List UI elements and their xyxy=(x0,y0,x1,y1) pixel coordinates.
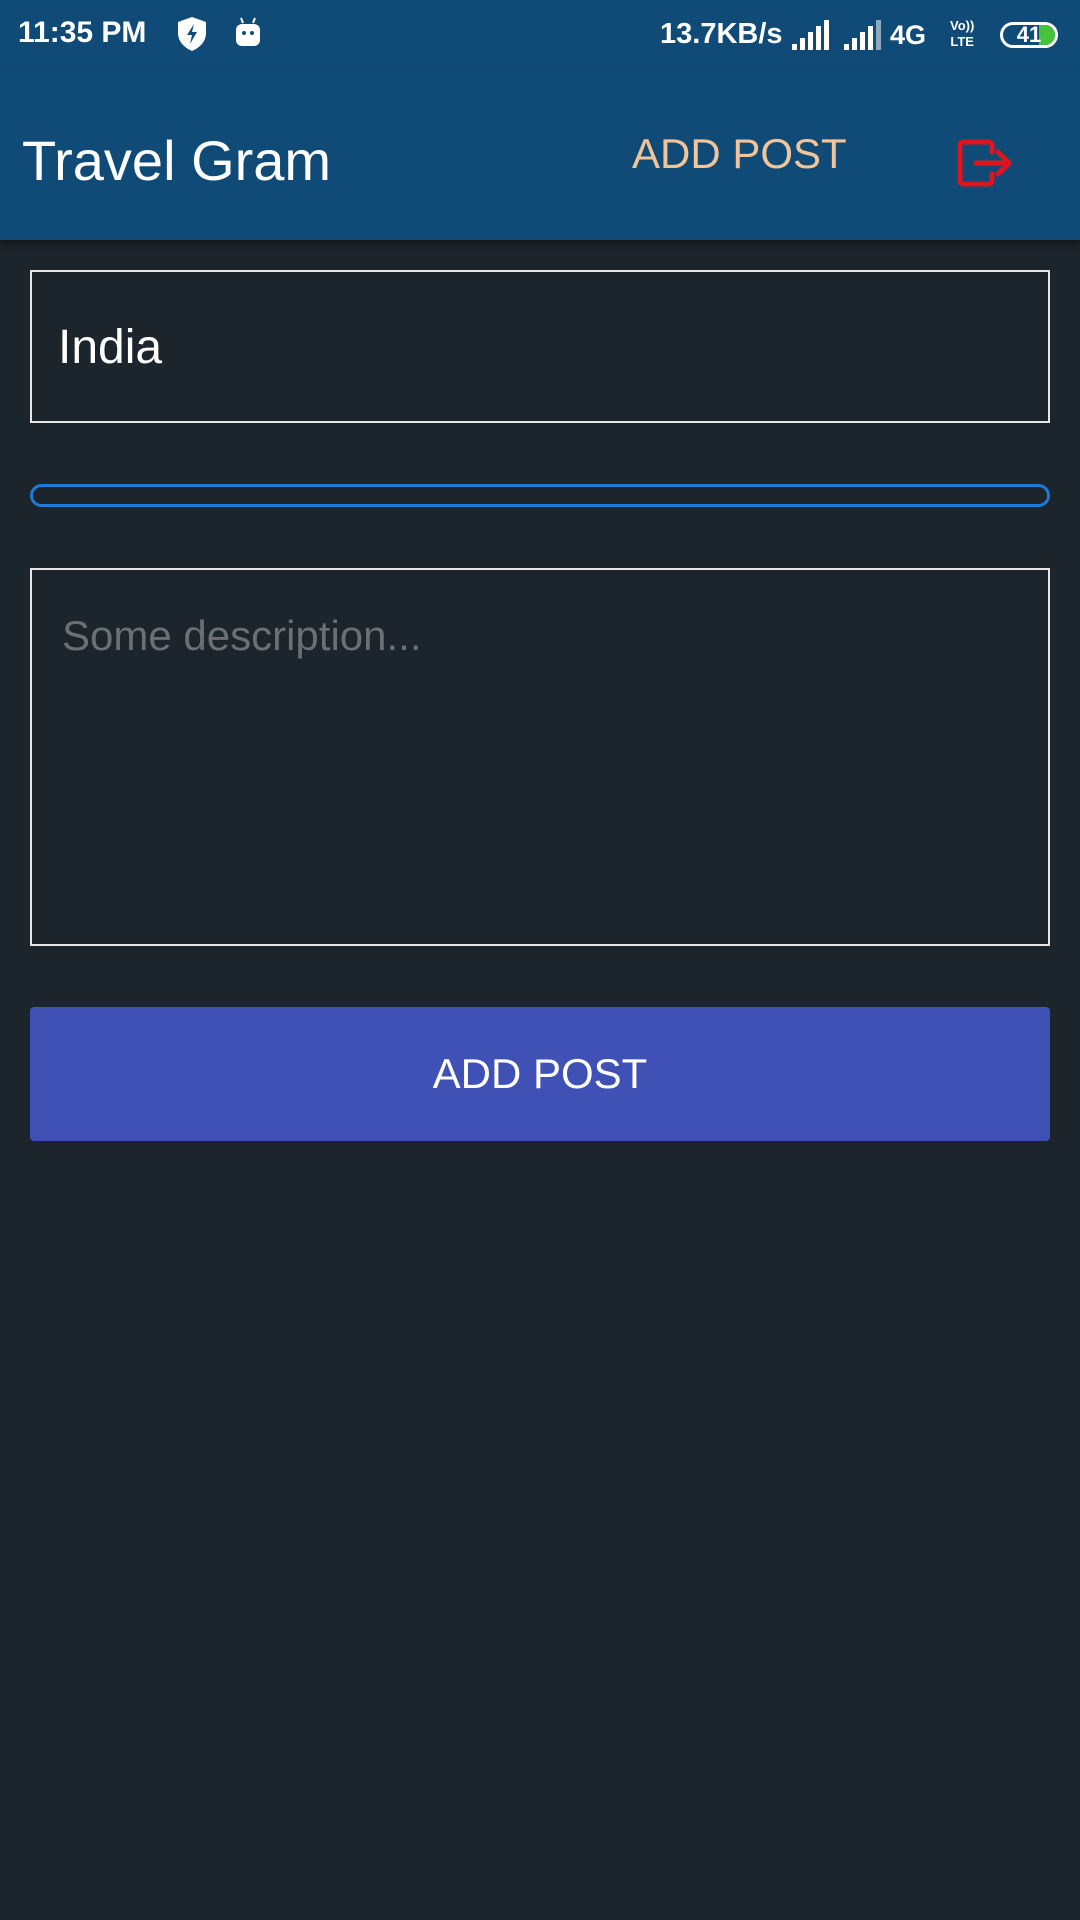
app-bar: Travel Gram ADD POST xyxy=(0,70,1080,240)
upload-progress-bar xyxy=(30,484,1050,507)
location-value: India xyxy=(58,321,163,374)
volte-indicator: Vo)) LTE xyxy=(950,18,975,49)
description-input[interactable]: Some description... xyxy=(30,568,1050,946)
logout-icon xyxy=(950,139,1020,202)
network-speed: 13.7KB/s xyxy=(660,18,783,50)
description-placeholder: Some description... xyxy=(62,612,422,659)
android-icon xyxy=(234,16,262,55)
app-title: Travel Gram xyxy=(22,129,332,192)
signal-icon xyxy=(844,20,884,55)
add-post-button[interactable]: ADD POST xyxy=(30,1007,1050,1141)
location-input[interactable]: India xyxy=(30,270,1050,423)
signal-icon xyxy=(792,20,832,55)
network-type: 4G xyxy=(890,20,927,50)
add-post-menu-button[interactable]: ADD POST xyxy=(632,130,847,178)
status-time: 11:35 PM xyxy=(18,16,147,49)
logout-button[interactable] xyxy=(950,128,1020,198)
battery-icon: 41 xyxy=(1000,22,1058,48)
status-bar: 11:35 PM 13.7KB/s 4G Vo)) LTE 41 xyxy=(0,0,1080,70)
shield-bolt-icon xyxy=(176,16,208,57)
battery-level: 41 xyxy=(1016,22,1042,47)
